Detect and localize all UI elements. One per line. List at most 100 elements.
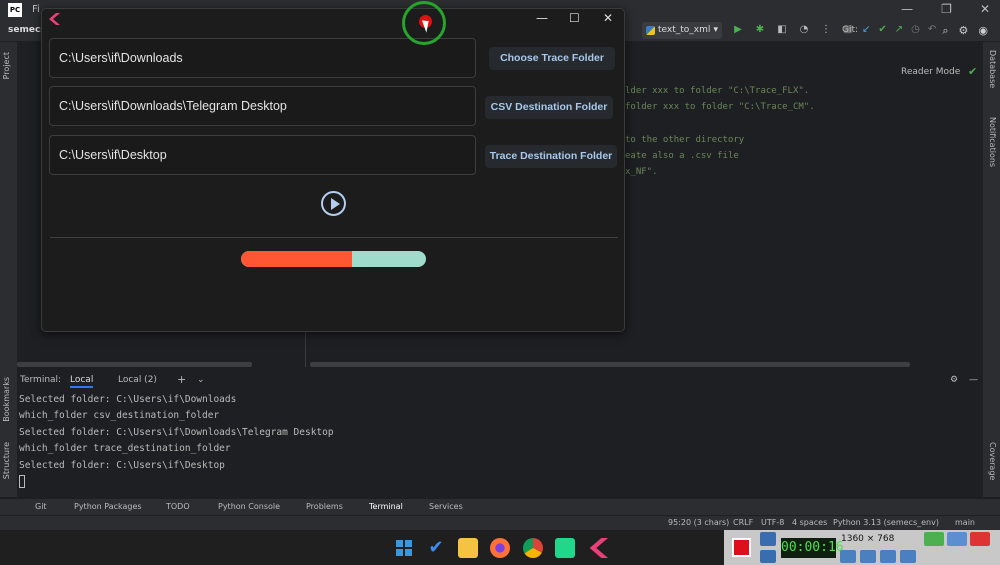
status-bar: 95:20 (3 chars) CRLF UTF-8 4 spaces Pyth… (0, 515, 1000, 530)
git-toolbar: ↙ ✔ ↗ ◷ ↶ (862, 24, 936, 35)
app-taskbar-icon[interactable] (588, 538, 608, 558)
git-update-icon[interactable]: ↙ (862, 24, 870, 35)
terminal-title: Terminal: (20, 375, 62, 385)
todo-app-icon[interactable]: ✔ (426, 538, 446, 558)
tab-local[interactable]: Local (70, 375, 94, 388)
trace-destination-folder-button[interactable]: Trace Destination Folder (485, 145, 617, 168)
tab-problems[interactable]: Problems (306, 502, 343, 511)
run-config-label: text_to_xml (658, 25, 711, 35)
recording-timer: 00:00:16 (781, 538, 844, 558)
speaker-icon[interactable] (840, 550, 856, 563)
file-encoding[interactable]: UTF-8 (761, 518, 784, 527)
tab-terminal[interactable]: Terminal (369, 502, 403, 511)
chrome-icon[interactable] (523, 538, 543, 558)
tool-coverage[interactable]: Coverage (988, 442, 997, 480)
project-name[interactable]: semecs (8, 25, 46, 35)
add-tab-icon[interactable]: + (177, 373, 186, 386)
project-hscrollbar[interactable] (17, 362, 252, 367)
screen-recorder: 00:00:16 1360 × 768 (724, 530, 1000, 565)
chevron-down-icon[interactable]: ⌄ (197, 375, 205, 385)
choose-trace-folder-button[interactable]: Choose Trace Folder (489, 47, 615, 70)
windows-start-icon[interactable] (394, 538, 414, 558)
gear-icon[interactable]: ⚙ (950, 375, 958, 385)
tab-local-2[interactable]: Local (2) (118, 375, 157, 385)
mic-icon[interactable] (860, 550, 876, 563)
code-line: to the other directory (625, 135, 745, 145)
maximize-icon[interactable]: ❐ (941, 2, 952, 16)
terminal-line: Selected folder: C:\Users\if\Downloads\T… (19, 426, 334, 438)
gear-icon[interactable]: ⚙ (959, 24, 969, 38)
menu-file[interactable]: Fi (32, 4, 40, 15)
stop-recording-button[interactable] (732, 538, 751, 557)
close-icon[interactable] (970, 532, 990, 546)
minimize-icon[interactable]: — (536, 11, 548, 25)
tool-database[interactable]: Database (988, 50, 997, 88)
git-push-icon[interactable]: ↗ (895, 24, 903, 35)
git-label: Git: (842, 25, 859, 35)
logo-icon[interactable]: ◉ (978, 24, 988, 38)
left-tool-strip: Project Bookmarks Structure (0, 42, 17, 497)
code-line: folder xxx to folder "C:\Trace_CM". (625, 102, 815, 112)
terminal-line: which_folder trace_destination_folder (19, 443, 231, 455)
profile-icon[interactable]: ◔ (798, 24, 810, 35)
capture-size: 1360 × 768 (841, 534, 895, 544)
maximize-icon[interactable]: ☐ (569, 11, 580, 25)
close-icon[interactable]: ✕ (603, 11, 613, 25)
python-interpreter[interactable]: Python 3.13 (semecs_env) (833, 518, 939, 527)
tool-bookmarks[interactable]: Bookmarks (2, 377, 11, 422)
code-line: x_NF". (625, 167, 658, 177)
python-icon (646, 26, 655, 35)
minimize-icon[interactable] (947, 532, 967, 546)
trace-folder-path[interactable]: C:\Users\if\Downloads (49, 38, 476, 78)
minimize-icon[interactable]: — (901, 2, 913, 16)
start-button[interactable] (321, 191, 346, 216)
debug-icon[interactable]: ✱ (754, 24, 766, 35)
editor-hscrollbar[interactable] (310, 362, 910, 367)
camera-icon[interactable] (760, 532, 776, 546)
tab-todo[interactable]: TODO (166, 502, 190, 511)
app-titlebar[interactable]: — ☐ ✕ (42, 9, 624, 29)
tab-services[interactable]: Services (429, 502, 463, 511)
cursor-icon[interactable] (900, 550, 916, 563)
bottom-tool-bar: Git Python Packages TODO Python Console … (0, 499, 1000, 515)
code-line: lder xxx to folder "C:\Trace_FLX". (625, 86, 810, 96)
terminal-tab-bar: Terminal: Local Local (2) + ⌄ ⚙ — (17, 372, 983, 388)
more-run-icon[interactable]: ⋮ (820, 24, 832, 35)
caret-position[interactable]: 95:20 (3 chars) (668, 518, 729, 527)
search-icon[interactable]: ⌕ (942, 24, 948, 38)
minimize-panel-icon[interactable]: — (969, 375, 978, 385)
git-commit-icon[interactable]: ✔ (878, 24, 886, 35)
trace-destination-path[interactable]: C:\Users\if\Desktop (49, 135, 476, 175)
tool-structure[interactable]: Structure (2, 442, 11, 479)
play-icon (331, 198, 340, 210)
file-explorer-icon[interactable] (458, 538, 478, 558)
folder-tool-window: — ☐ ✕ C:\Users\if\Downloads Choose Trace… (41, 8, 625, 332)
git-rollback-icon[interactable]: ↶ (928, 24, 936, 35)
indent-setting[interactable]: 4 spaces (792, 518, 827, 527)
recorder-green-icon[interactable] (924, 532, 944, 546)
tab-python-packages[interactable]: Python Packages (74, 502, 142, 511)
divider (50, 237, 618, 238)
line-separator[interactable]: CRLF (733, 518, 753, 527)
reader-mode-label[interactable]: Reader Mode (901, 67, 960, 77)
csv-destination-folder-button[interactable]: CSV Destination Folder (485, 96, 613, 119)
pycharm-icon[interactable] (555, 538, 575, 558)
tool-notifications[interactable]: Notifications (988, 117, 997, 167)
chevron-down-icon: ▾ (713, 25, 718, 35)
terminal-output[interactable]: Selected folder: C:\Users\if\Downloads wh… (19, 392, 334, 490)
coverage-icon[interactable]: ◧ (776, 24, 788, 35)
pause-icon[interactable] (760, 550, 776, 563)
firefox-icon[interactable] (490, 538, 510, 558)
run-toolbar: ▶ ✱ ◧ ◔ ⋮ ■ (732, 24, 854, 35)
tab-python-console[interactable]: Python Console (218, 502, 280, 511)
tool-project[interactable]: Project (2, 52, 11, 79)
run-icon[interactable]: ▶ (732, 24, 744, 35)
run-config-select[interactable]: text_to_xml ▾ (642, 22, 722, 39)
webcam-icon[interactable] (880, 550, 896, 563)
csv-destination-path[interactable]: C:\Users\if\Downloads\Telegram Desktop (49, 86, 476, 126)
close-icon[interactable]: ✕ (980, 2, 990, 16)
recorder-window-controls (924, 532, 990, 546)
git-branch[interactable]: main (955, 518, 975, 527)
tab-git[interactable]: Git (35, 502, 47, 511)
git-history-icon[interactable]: ◷ (911, 24, 920, 35)
